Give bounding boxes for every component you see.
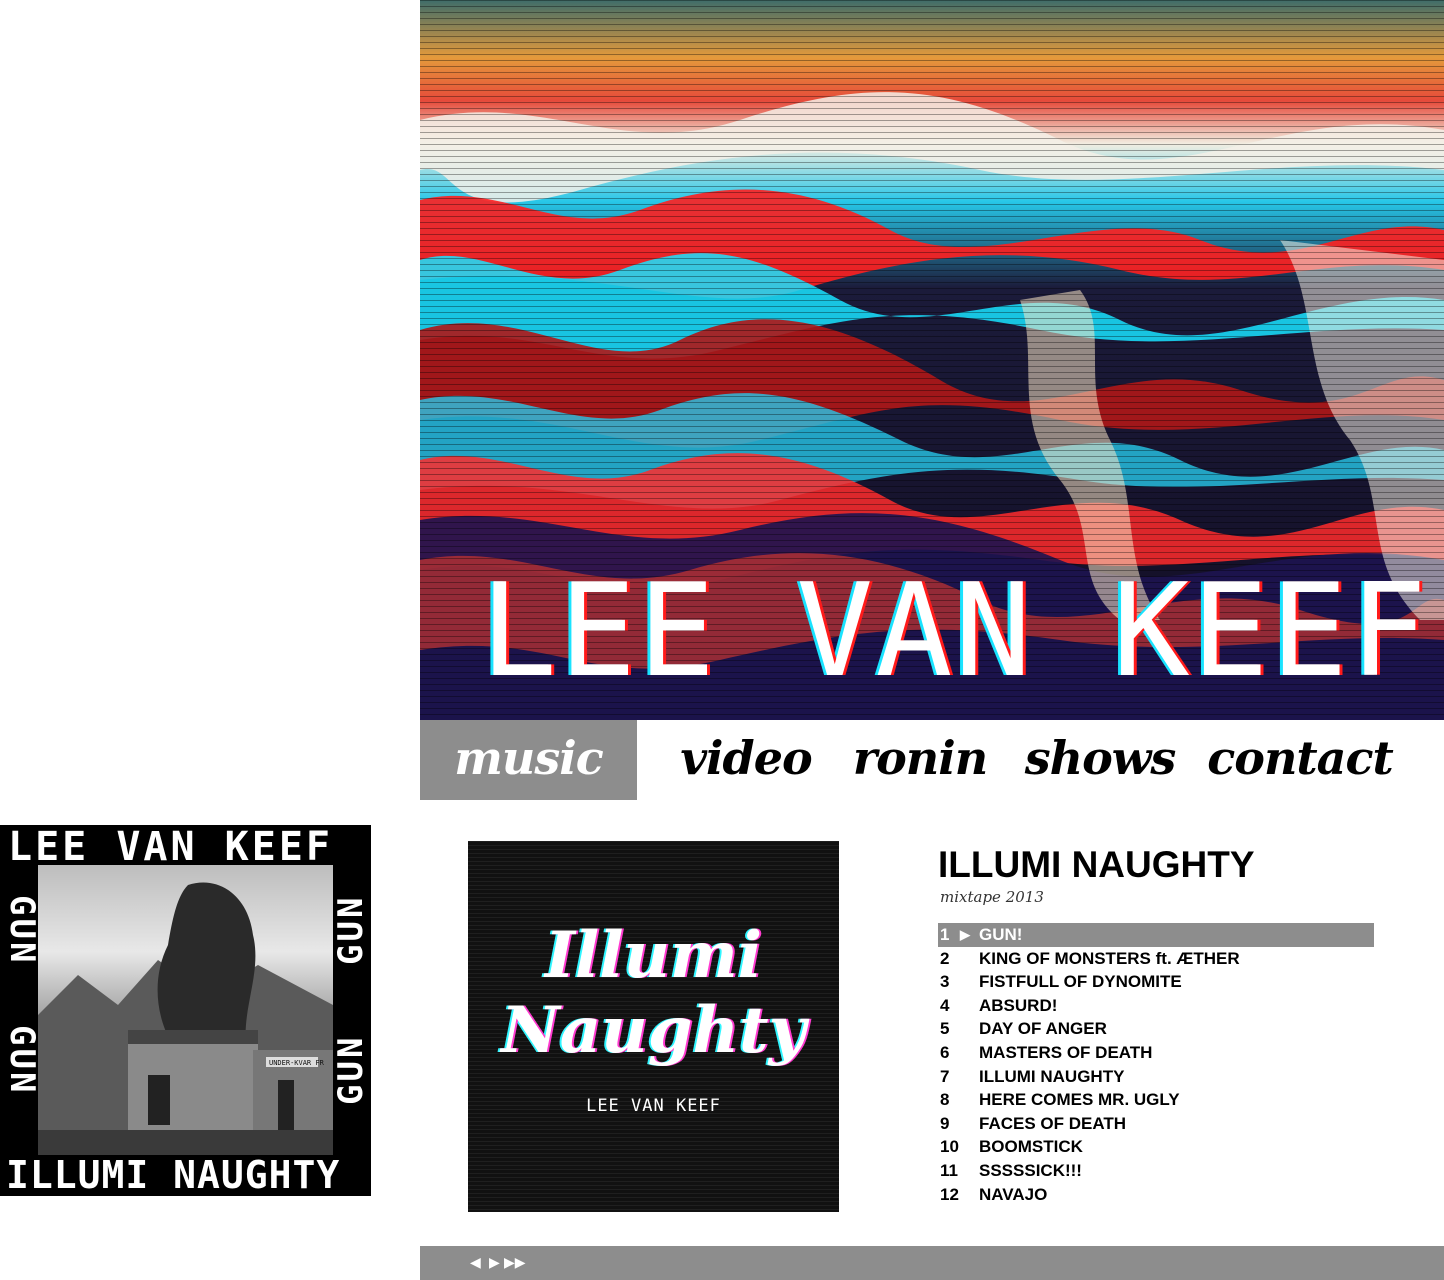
track-title: ABSURD!: [979, 995, 1058, 1015]
cover-script-title-line2: Naughty: [501, 993, 806, 1068]
track-title: KING OF MONSTERS ft. ÆTHER: [979, 948, 1240, 968]
track-title: FISTFULL OF DYNOMITE: [979, 972, 1182, 992]
nav-ronin[interactable]: ronin: [840, 720, 1000, 800]
cover-artist-text: LEE VAN KEEF: [8, 825, 333, 870]
track-number: 10: [940, 1137, 959, 1157]
cover-side-text-left-bottom: GUN: [2, 1025, 42, 1096]
cover-album-text: ILLUMI NAUGHTY: [6, 1153, 341, 1196]
gun-single-cover[interactable]: LEE VAN KEEF UNDER-KVAR FR GUN GUN GUN G…: [0, 825, 371, 1196]
album-subtitle: mixtape 2013: [940, 888, 1044, 906]
track-number: 4: [940, 995, 950, 1015]
main-nav: music video ronin shows contact: [420, 720, 1444, 800]
track-row[interactable]: 5 DAY OF ANGER: [938, 1017, 1374, 1041]
track-row[interactable]: 12 NAVAJO: [938, 1183, 1374, 1207]
track-title: HERE COMES MR. UGLY: [979, 1090, 1180, 1110]
cover-side-text-left-top: GUN: [2, 895, 42, 966]
track-row[interactable]: 4 ABSURD!: [938, 994, 1374, 1018]
play-icon: ▶: [960, 927, 970, 942]
track-title: FACES OF DEATH: [979, 1113, 1127, 1133]
track-title: DAY OF ANGER: [979, 1019, 1107, 1039]
track-title: NAVAJO: [979, 1184, 1048, 1204]
track-row[interactable]: 6 MASTERS OF DEATH: [938, 1041, 1374, 1065]
track-number: 3: [940, 972, 950, 992]
track-row[interactable]: 9 FACES OF DEATH: [938, 1112, 1374, 1136]
track-title: GUN!: [979, 925, 1023, 944]
track-title: MASTERS OF DEATH: [979, 1042, 1153, 1062]
cover-side-text-right-bottom: GUN: [331, 1034, 371, 1105]
illumi-naughty-cover[interactable]: Illumi Naughty LEE VAN KEEF: [468, 841, 839, 1212]
nav-music[interactable]: music: [420, 720, 637, 800]
track-title: BOOMSTICK: [979, 1137, 1083, 1157]
nav-contact[interactable]: contact: [1200, 720, 1400, 800]
track-number: 9: [940, 1113, 950, 1133]
track-row[interactable]: 1 ▶ GUN!: [938, 923, 1374, 947]
track-number: 5: [940, 1019, 950, 1039]
audio-player-bar: ◀ ▶ ▶▶: [420, 1246, 1444, 1280]
next-icon[interactable]: ▶▶: [504, 1253, 526, 1273]
track-title: ILLUMI NAUGHTY: [979, 1066, 1125, 1086]
track-row[interactable]: 3 FISTFULL OF DYNOMITE: [938, 970, 1374, 994]
prev-icon[interactable]: ◀: [470, 1253, 481, 1273]
hero-banner: LEE VAN KEEF: [420, 0, 1444, 720]
track-row[interactable]: 8 HERE COMES MR. UGLY: [938, 1088, 1374, 1112]
track-row[interactable]: 2 KING OF MONSTERS ft. ÆTHER: [938, 947, 1374, 971]
track-number: 11: [940, 1160, 958, 1180]
album-title: ILLUMI NAUGHTY: [938, 844, 1255, 885]
play-icon[interactable]: ▶: [489, 1253, 500, 1273]
cover-photo: UNDER-KVAR FR: [38, 865, 333, 1155]
nav-video[interactable]: video: [656, 720, 836, 800]
track-row[interactable]: 7 ILLUMI NAUGHTY: [938, 1065, 1374, 1089]
track-number: 7: [940, 1066, 950, 1086]
cover-script-title-line1: Illumi: [544, 918, 763, 993]
track-number: 6: [940, 1042, 950, 1062]
cover-sign-text: UNDER-KVAR FR: [269, 1059, 325, 1067]
track-row[interactable]: 10 BOOMSTICK: [938, 1135, 1374, 1159]
nav-shows[interactable]: shows: [1020, 720, 1180, 800]
track-title: SSSSSICK!!!: [979, 1160, 1082, 1180]
cover-side-text-right-top: GUN: [331, 894, 371, 965]
tracklist: 1 ▶ GUN! 2 KING OF MONSTERS ft. ÆTHER 3 …: [938, 923, 1374, 1206]
artist-name-title: LEE VAN KEEF: [480, 557, 1429, 706]
track-number: 12: [940, 1184, 959, 1204]
track-number: 8: [940, 1090, 950, 1110]
track-number: 2: [940, 948, 950, 968]
track-row[interactable]: 11 SSSSSICK!!!: [938, 1159, 1374, 1183]
cover-artist-name: LEE VAN KEEF: [586, 1096, 721, 1116]
